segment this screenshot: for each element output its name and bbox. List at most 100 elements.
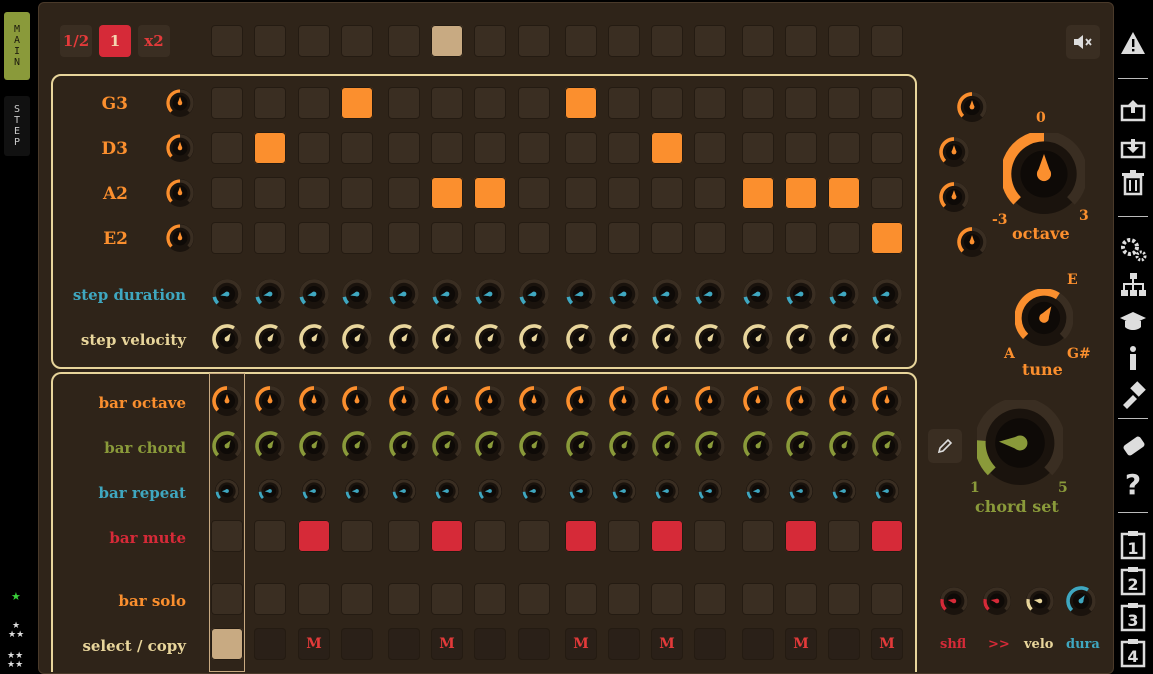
note-step-d3-14[interactable] xyxy=(785,132,817,164)
bar-mute-toggle-7[interactable] xyxy=(474,520,506,552)
note-step-a2-16[interactable] xyxy=(871,177,903,209)
bar-solo-toggle-8[interactable] xyxy=(518,583,550,615)
note-step-a2-7[interactable] xyxy=(474,177,506,209)
bar-octave-knob-8[interactable] xyxy=(518,385,550,417)
note-step-d3-10[interactable] xyxy=(608,132,640,164)
bar-solo-toggle-15[interactable] xyxy=(828,583,860,615)
note-step-a2-13[interactable] xyxy=(742,177,774,209)
note-step-d3-4[interactable] xyxy=(341,132,373,164)
bar-chord-knob-9[interactable] xyxy=(565,430,597,462)
step-duration-knob-3[interactable] xyxy=(298,278,330,310)
note-step-e2-15[interactable] xyxy=(828,222,860,254)
bar-repeat-knob-7[interactable] xyxy=(477,478,503,504)
bar-select-8[interactable] xyxy=(518,628,550,660)
bar-mute-toggle-9[interactable] xyxy=(565,520,597,552)
note-step-e2-13[interactable] xyxy=(742,222,774,254)
note-step-g3-13[interactable] xyxy=(742,87,774,119)
bar-select-4[interactable] xyxy=(341,628,373,660)
step-duration-knob-12[interactable] xyxy=(694,278,726,310)
eraser-button[interactable] xyxy=(1118,432,1148,462)
note-step-a2-14[interactable] xyxy=(785,177,817,209)
note-step-d3-1[interactable] xyxy=(211,132,243,164)
note-step-g3-9[interactable] xyxy=(565,87,597,119)
step-velocity-knob-11[interactable] xyxy=(651,323,683,355)
bar-solo-toggle-9[interactable] xyxy=(565,583,597,615)
bar-mute-toggle-4[interactable] xyxy=(341,520,373,552)
note-step-a2-5[interactable] xyxy=(388,177,420,209)
bar-solo-toggle-2[interactable] xyxy=(254,583,286,615)
step-velocity-knob-1[interactable] xyxy=(211,323,243,355)
clipboard-4-button[interactable]: 4 xyxy=(1118,638,1148,668)
step-duration-knob-4[interactable] xyxy=(341,278,373,310)
note-step-d3-9[interactable] xyxy=(565,132,597,164)
tree-button[interactable] xyxy=(1118,270,1148,300)
bar-select-7[interactable] xyxy=(474,628,506,660)
note-step-e2-9[interactable] xyxy=(565,222,597,254)
bar-chord-knob-4[interactable] xyxy=(341,430,373,462)
bar-repeat-knob-4[interactable] xyxy=(344,478,370,504)
bar-solo-toggle-1[interactable] xyxy=(211,583,243,615)
step-duration-knob-16[interactable] xyxy=(871,278,903,310)
step-velocity-knob-14[interactable] xyxy=(785,323,817,355)
download-button[interactable] xyxy=(1118,133,1148,163)
note-step-d3-7[interactable] xyxy=(474,132,506,164)
note-step-g3-10[interactable] xyxy=(608,87,640,119)
step-duration-knob-2[interactable] xyxy=(254,278,286,310)
note-step-e2-5[interactable] xyxy=(388,222,420,254)
note-step-g3-15[interactable] xyxy=(828,87,860,119)
step-duration-knob-10[interactable] xyxy=(608,278,640,310)
speed-half-button[interactable]: 1/2 xyxy=(60,25,92,57)
bar-repeat-knob-5[interactable] xyxy=(391,478,417,504)
bar-mute-toggle-10[interactable] xyxy=(608,520,640,552)
tab-main[interactable]: MAIN xyxy=(4,12,30,80)
bar-repeat-knob-8[interactable] xyxy=(521,478,547,504)
octave-fine-knob-4[interactable] xyxy=(956,226,988,258)
note-step-e2-10[interactable] xyxy=(608,222,640,254)
bar-octave-knob-4[interactable] xyxy=(341,385,373,417)
bar-select-2[interactable] xyxy=(254,628,286,660)
bar-chord-knob-1[interactable] xyxy=(211,430,243,462)
note-step-d3-12[interactable] xyxy=(694,132,726,164)
bar-octave-knob-2[interactable] xyxy=(254,385,286,417)
bar-octave-knob-7[interactable] xyxy=(474,385,506,417)
trash-button[interactable] xyxy=(1118,168,1148,198)
bar-octave-knob-15[interactable] xyxy=(828,385,860,417)
bar-solo-toggle-6[interactable] xyxy=(431,583,463,615)
note-step-a2-11[interactable] xyxy=(651,177,683,209)
step-duration-knob-5[interactable] xyxy=(388,278,420,310)
step-velocity-knob-13[interactable] xyxy=(742,323,774,355)
bar-chord-knob-2[interactable] xyxy=(254,430,286,462)
step-duration-knob-14[interactable] xyxy=(785,278,817,310)
step-duration-knob-9[interactable] xyxy=(565,278,597,310)
bar-mute-toggle-12[interactable] xyxy=(694,520,726,552)
bar-octave-knob-13[interactable] xyxy=(742,385,774,417)
step-velocity-knob-9[interactable] xyxy=(565,323,597,355)
step-duration-knob-15[interactable] xyxy=(828,278,860,310)
bar-mute-toggle-16[interactable] xyxy=(871,520,903,552)
note-level-knob-4[interactable] xyxy=(165,223,195,253)
bar-solo-toggle-10[interactable] xyxy=(608,583,640,615)
paint-button[interactable] xyxy=(1118,380,1148,410)
bar-mute-toggle-5[interactable] xyxy=(388,520,420,552)
star-3-icon[interactable]: ★★ ★★ xyxy=(7,652,23,670)
note-step-g3-1[interactable] xyxy=(211,87,243,119)
note-step-d3-11[interactable] xyxy=(651,132,683,164)
step-duration-knob-7[interactable] xyxy=(474,278,506,310)
bar-repeat-knob-14[interactable] xyxy=(788,478,814,504)
bar-select-1[interactable] xyxy=(211,628,243,660)
bar-mute-toggle-3[interactable] xyxy=(298,520,330,552)
bar-solo-toggle-4[interactable] xyxy=(341,583,373,615)
bar-solo-toggle-14[interactable] xyxy=(785,583,817,615)
bar-chord-knob-16[interactable] xyxy=(871,430,903,462)
note-step-a2-9[interactable] xyxy=(565,177,597,209)
bar-repeat-knob-13[interactable] xyxy=(745,478,771,504)
bar-repeat-knob-9[interactable] xyxy=(568,478,594,504)
step-velocity-knob-5[interactable] xyxy=(388,323,420,355)
star-2-icon[interactable]: ★ ★★ xyxy=(8,622,24,640)
bar-chord-knob-10[interactable] xyxy=(608,430,640,462)
speed-double-button[interactable]: x2 xyxy=(138,25,170,57)
clipboard-1-button[interactable]: 1 xyxy=(1118,530,1148,560)
bar-octave-knob-12[interactable] xyxy=(694,385,726,417)
step-duration-knob-1[interactable] xyxy=(211,278,243,310)
note-step-e2-2[interactable] xyxy=(254,222,286,254)
